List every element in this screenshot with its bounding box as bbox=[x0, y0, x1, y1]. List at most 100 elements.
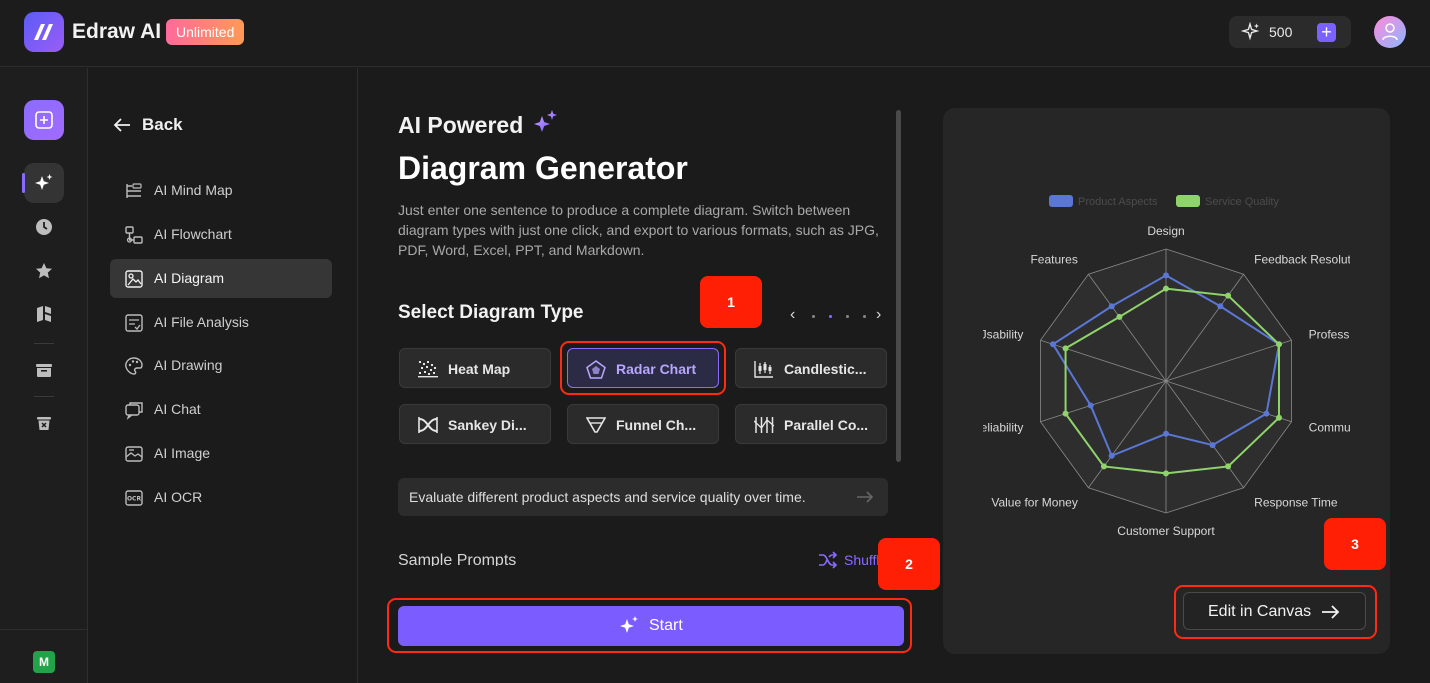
radar-chart: Design Feedback Resolut Profess Commu Respon… bbox=[983, 195, 1351, 538]
rail-files-button[interactable] bbox=[24, 350, 64, 390]
pager-prev-button[interactable]: ‹ bbox=[790, 306, 795, 324]
radar-point bbox=[1108, 452, 1115, 459]
arrow-right-icon[interactable] bbox=[856, 490, 874, 504]
arrow-left-icon bbox=[113, 118, 130, 132]
legend-label: Service Quality bbox=[1205, 196, 1279, 208]
type-candlestick-button[interactable]: Candlestic... bbox=[735, 348, 887, 388]
step-marker-1: 1 bbox=[700, 276, 762, 328]
pager-dot-active[interactable] bbox=[829, 315, 832, 318]
section-title: Select Diagram Type bbox=[398, 302, 584, 323]
prompt-input[interactable]: Evaluate different product aspects and s… bbox=[398, 478, 888, 516]
rail-divider bbox=[34, 396, 54, 397]
rail-templates-button[interactable] bbox=[24, 294, 64, 334]
left-rail: M bbox=[0, 68, 88, 683]
type-radar-chart-button[interactable]: Radar Chart bbox=[567, 348, 719, 388]
type-sankey-button[interactable]: Sankey Di... bbox=[399, 404, 551, 444]
nav-item-label: AI Mind Map bbox=[154, 182, 233, 198]
radar-plot-area: Design Feedback Resolut Profess Commu Respon… bbox=[983, 195, 1351, 538]
radar-point bbox=[1163, 430, 1169, 437]
nav-item-ai-ocr[interactable]: OCR AI OCR bbox=[110, 478, 332, 517]
type-label: Heat Map bbox=[448, 361, 511, 377]
type-label: Candlestic... bbox=[784, 361, 867, 377]
flowchart-icon bbox=[125, 226, 143, 244]
radar-point bbox=[1062, 345, 1069, 352]
radar-axis-label: Profess bbox=[1309, 328, 1350, 342]
type-label: Radar Chart bbox=[616, 361, 697, 377]
new-button[interactable] bbox=[24, 100, 64, 140]
radar-point bbox=[1163, 272, 1169, 279]
prompt-text[interactable]: Evaluate different product aspects and s… bbox=[409, 489, 806, 505]
radar-point bbox=[1050, 341, 1057, 348]
scrollbar[interactable] bbox=[896, 110, 901, 462]
arrow-right-icon bbox=[1322, 605, 1340, 619]
nav-item-label: AI Flowchart bbox=[154, 226, 232, 242]
radar-icon bbox=[586, 360, 606, 379]
legend-label: Product Aspects bbox=[1078, 196, 1158, 208]
start-button[interactable]: Start bbox=[398, 606, 904, 646]
clock-icon bbox=[36, 219, 52, 235]
mindmap-icon bbox=[126, 183, 142, 198]
type-pager: ‹ › bbox=[790, 306, 890, 324]
radar-point bbox=[1108, 303, 1115, 310]
edraw-logo[interactable] bbox=[24, 12, 64, 52]
rail-trash-button[interactable] bbox=[24, 403, 64, 443]
radar-axis-label: Features bbox=[1030, 253, 1077, 267]
nav-item-ai-drawing[interactable]: AI Drawing bbox=[110, 346, 332, 385]
nav-item-label: AI Diagram bbox=[154, 270, 225, 286]
nav-item-label: AI OCR bbox=[154, 489, 203, 505]
pager-dot[interactable] bbox=[812, 315, 815, 318]
type-heat-map-button[interactable]: Heat Map bbox=[399, 348, 551, 388]
edit-in-canvas-button[interactable]: Edit in Canvas bbox=[1183, 592, 1366, 630]
step-marker-2: 2 bbox=[878, 538, 940, 590]
legend-swatch bbox=[1049, 195, 1073, 207]
radar-point bbox=[1163, 470, 1169, 477]
nav-item-ai-chat[interactable]: AI Chat bbox=[110, 390, 332, 429]
type-label: Sankey Di... bbox=[448, 417, 527, 433]
sankey-icon bbox=[418, 417, 438, 433]
workspace-avatar[interactable]: M bbox=[33, 651, 55, 673]
user-avatar[interactable] bbox=[1374, 16, 1406, 48]
type-parallel-button[interactable]: Parallel Co... bbox=[735, 404, 887, 444]
radar-point bbox=[1225, 463, 1232, 470]
sparkle-icon bbox=[1241, 22, 1260, 41]
rail-ai-button[interactable] bbox=[22, 163, 64, 203]
back-label: Back bbox=[142, 115, 183, 134]
step-marker-3: 3 bbox=[1324, 518, 1386, 570]
radar-point bbox=[1217, 303, 1224, 310]
nav-item-ai-mind-map[interactable]: AI Mind Map bbox=[110, 171, 332, 210]
legend-swatch bbox=[1176, 195, 1200, 207]
add-credits-button[interactable]: + bbox=[1317, 23, 1336, 42]
credits-widget[interactable]: 500 + bbox=[1229, 16, 1351, 48]
sparkle-icon bbox=[620, 616, 638, 633]
radar-point bbox=[1062, 410, 1069, 417]
radar-point bbox=[1209, 442, 1216, 449]
diagram-icon bbox=[125, 270, 143, 288]
pager-dot[interactable] bbox=[846, 315, 849, 318]
svg-text:OCR: OCR bbox=[127, 496, 142, 503]
nav-item-ai-flowchart[interactable]: AI Flowchart bbox=[110, 215, 332, 254]
preview-panel: Design Feedback Resolut Profess Commu Respon… bbox=[943, 108, 1390, 654]
parallel-icon bbox=[754, 417, 774, 433]
type-funnel-button[interactable]: Funnel Ch... bbox=[567, 404, 719, 444]
radar-axis-label: Feedback Resolut bbox=[1254, 253, 1351, 267]
nav-item-ai-diagram[interactable]: AI Diagram bbox=[110, 259, 332, 298]
image-icon bbox=[125, 446, 143, 462]
pager-dot[interactable] bbox=[863, 315, 866, 318]
edit-label: Edit in Canvas bbox=[1208, 603, 1312, 620]
eyebrow-title: AI Powered bbox=[398, 112, 524, 138]
nav-item-ai-image[interactable]: AI Image bbox=[110, 434, 332, 473]
sample-prompts-label: Sample Prompts bbox=[398, 552, 517, 566]
pager-next-button[interactable]: › bbox=[876, 306, 881, 324]
radar-axis-label: Design bbox=[1147, 224, 1184, 238]
rail-recent-button[interactable] bbox=[24, 207, 64, 247]
radar-point bbox=[1275, 341, 1282, 348]
nav-item-ai-file-analysis[interactable]: AI File Analysis bbox=[110, 303, 332, 342]
template-icon bbox=[37, 306, 51, 322]
chat-icon bbox=[125, 402, 143, 420]
shuffle-icon bbox=[819, 551, 838, 569]
rail-favorites-button[interactable] bbox=[24, 251, 64, 291]
radar-point bbox=[1263, 410, 1270, 417]
radar-axis-label: Value for Money bbox=[991, 495, 1078, 509]
type-label: Parallel Co... bbox=[784, 417, 869, 433]
radar-axis-label: Response Time bbox=[1254, 495, 1338, 509]
